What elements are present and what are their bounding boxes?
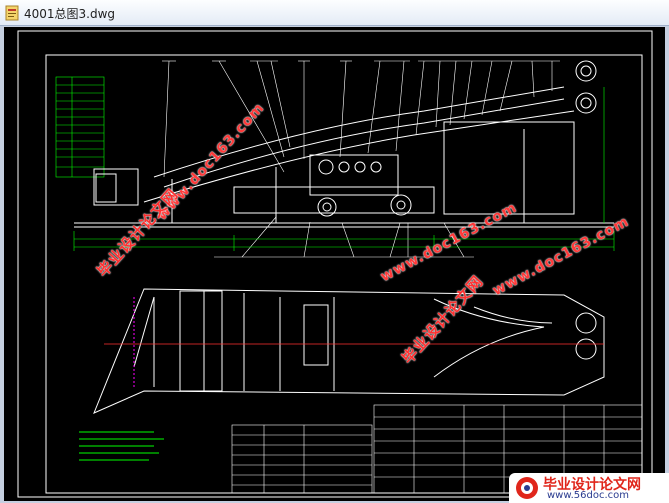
site-logo-icon	[516, 477, 538, 499]
window-titlebar: 4001总图3.dwg	[0, 0, 669, 26]
dwg-file-icon	[5, 5, 19, 21]
window-title: 4001总图3.dwg	[24, 7, 116, 21]
site-badge-url: www.56doc.com	[547, 490, 630, 501]
site-badge: 毕业设计论文网 www.56doc.com	[509, 473, 669, 503]
technical-notes	[79, 431, 164, 461]
drawing-canvas[interactable]: www.doc163.com 毕业设计论文网 www.doc163.com 毕业…	[4, 27, 665, 501]
plan-view	[93, 288, 605, 414]
parts-table-topleft	[55, 76, 105, 178]
